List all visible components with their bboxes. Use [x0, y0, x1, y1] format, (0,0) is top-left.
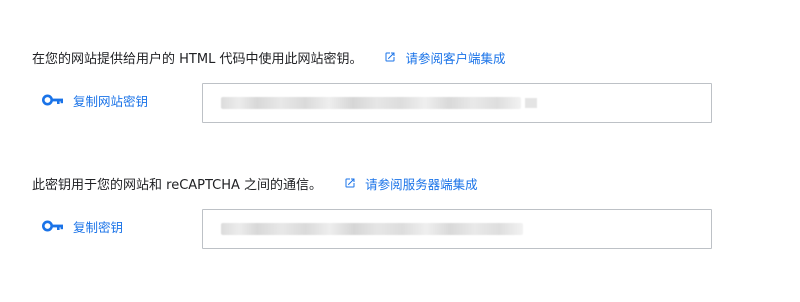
secret-key-field[interactable]	[202, 209, 712, 249]
recaptcha-keys-panel: 在您的网站提供给用户的 HTML 代码中使用此网站密钥。 请参阅客户端集成 复制…	[0, 0, 800, 302]
open-in-new-icon	[345, 178, 355, 188]
secret-key-redacted-value	[221, 223, 523, 235]
copy-site-key-label: 复制网站密钥	[73, 93, 149, 109]
server-integration-link[interactable]: 请参阅服务器端集成	[344, 174, 478, 193]
key-icon	[42, 220, 63, 232]
secret-key-description-row: 此密钥用于您的网站和 reCAPTCHA 之间的通信。 请参阅服务器端集成	[32, 172, 722, 194]
site-key-redacted-value	[221, 97, 521, 109]
key-icon	[42, 94, 63, 106]
copy-site-key-button[interactable]: 复制网站密钥	[42, 79, 148, 121]
client-integration-link[interactable]: 请参阅客户端集成	[384, 48, 505, 67]
site-key-field[interactable]	[202, 83, 712, 123]
site-key-section: 在您的网站提供给用户的 HTML 代码中使用此网站密钥。 请参阅客户端集成 复制…	[32, 46, 722, 125]
copy-secret-key-label: 复制密钥	[73, 219, 124, 235]
open-in-new-icon	[385, 52, 395, 62]
secret-key-description: 此密钥用于您的网站和 reCAPTCHA 之间的通信。	[32, 177, 323, 193]
client-integration-link-label: 请参阅客户端集成	[405, 50, 506, 66]
site-key-redacted-tail	[525, 98, 537, 108]
server-integration-link-label: 请参阅服务器端集成	[365, 176, 478, 192]
secret-key-section: 此密钥用于您的网站和 reCAPTCHA 之间的通信。 请参阅服务器端集成 复制…	[32, 172, 722, 251]
site-key-description-row: 在您的网站提供给用户的 HTML 代码中使用此网站密钥。 请参阅客户端集成	[32, 46, 722, 68]
secret-key-row: 复制密钥	[32, 209, 722, 251]
site-key-description: 在您的网站提供给用户的 HTML 代码中使用此网站密钥。	[32, 51, 363, 67]
copy-secret-key-button[interactable]: 复制密钥	[42, 205, 123, 247]
site-key-row: 复制网站密钥	[32, 83, 722, 125]
